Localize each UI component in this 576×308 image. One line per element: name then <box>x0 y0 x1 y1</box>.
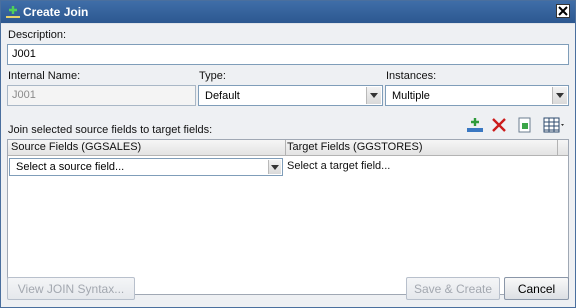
title-bar[interactable]: Create Join <box>1 1 575 23</box>
dialog-body: Description: J001 Internal Name: J001 Ty… <box>1 24 575 307</box>
view-join-syntax-button[interactable]: View JOIN Syntax... <box>7 277 135 300</box>
create-join-dialog: Create Join Description: J001 Internal N… <box>0 0 576 308</box>
dialog-title: Create Join <box>23 5 89 19</box>
description-input[interactable]: J001 <box>7 44 569 65</box>
source-field-select[interactable]: Select a source field... <box>9 158 283 176</box>
chevron-down-icon[interactable] <box>268 160 281 174</box>
description-label: Description: <box>8 29 67 41</box>
close-button[interactable] <box>556 4 570 18</box>
internal-name-input: J001 <box>7 85 196 106</box>
instances-value: Multiple <box>392 90 430 102</box>
chevron-down-icon[interactable] <box>366 87 381 104</box>
type-value: Default <box>205 90 240 102</box>
save-create-button[interactable]: Save & Create <box>406 277 500 300</box>
export-icon[interactable] <box>516 116 534 134</box>
instances-select[interactable]: Multiple <box>385 85 569 106</box>
type-select[interactable]: Default <box>198 85 383 106</box>
grid-header: Source Fields (GGSALES) Target Fields (G… <box>8 140 568 156</box>
close-icon <box>558 6 568 16</box>
add-join-field-icon[interactable] <box>466 116 484 134</box>
target-fields-header[interactable]: Target Fields (GGSTORES) <box>287 141 423 153</box>
column-divider[interactable] <box>557 140 558 156</box>
grid-options-icon[interactable] <box>542 116 568 134</box>
internal-name-label: Internal Name: <box>8 70 81 82</box>
instances-label: Instances: <box>386 70 437 82</box>
source-field-placeholder: Select a source field... <box>16 161 125 173</box>
cancel-button[interactable]: Cancel <box>504 277 569 300</box>
target-field-select[interactable]: Select a target field... <box>287 160 390 172</box>
join-fields-grid: Source Fields (GGSALES) Target Fields (G… <box>7 139 569 295</box>
type-label: Type: <box>199 70 226 82</box>
add-join-icon <box>5 4 21 20</box>
source-fields-header[interactable]: Source Fields (GGSALES) <box>11 141 141 153</box>
chevron-down-icon[interactable] <box>552 87 567 104</box>
delete-icon[interactable] <box>490 116 508 134</box>
column-divider[interactable] <box>285 140 286 156</box>
join-instruction: Join selected source fields to target fi… <box>8 124 213 136</box>
